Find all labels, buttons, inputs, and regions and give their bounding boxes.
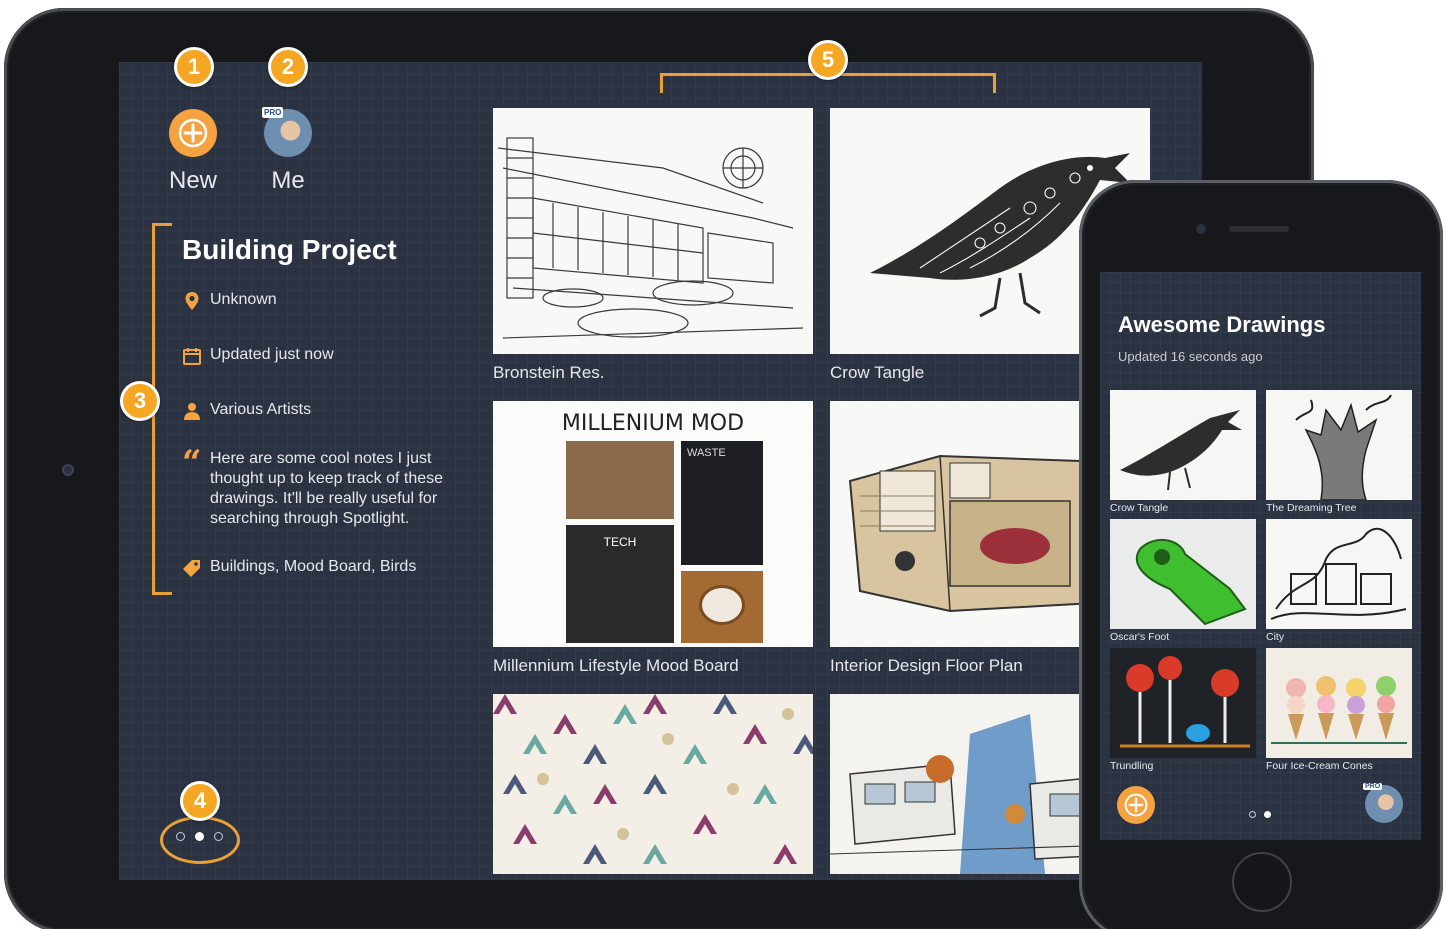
page-indicator[interactable]	[176, 832, 223, 841]
thumb-heading: MILLENIUM MOD	[561, 411, 745, 436]
drawing-title: Four Ice-Cream Cones	[1266, 760, 1373, 772]
location-text: Unknown	[210, 291, 277, 308]
drawing-card-pattern[interactable]	[493, 694, 813, 883]
drawing-thumbnail	[493, 694, 813, 874]
page-indicator[interactable]	[1249, 811, 1271, 818]
food-photo	[566, 441, 674, 519]
notes-row: “ Here are some cool notes I just though…	[182, 443, 482, 529]
drawing-title: Millennium Lifestyle Mood Board	[493, 656, 739, 675]
me-profile-action[interactable]: PRO Me	[262, 107, 312, 195]
collection-title: Awesome Drawings	[1118, 312, 1326, 337]
drawing-card-ice-cream[interactable]: Four Ice-Cream Cones	[1266, 648, 1412, 772]
pro-badge: PRO	[262, 107, 284, 118]
drawing-title: Trundling	[1110, 760, 1154, 772]
drawing-card-mood-board[interactable]: MILLENIUM MOD WASTE TECH Millennium Life…	[493, 401, 813, 676]
location-pin-icon	[182, 290, 210, 311]
person-icon	[182, 400, 210, 421]
new-label: New	[169, 167, 218, 194]
coffee-photo	[681, 571, 763, 643]
new-drawing-button[interactable]	[1117, 786, 1155, 824]
avatar[interactable]: PRO	[1363, 783, 1403, 823]
drawing-card-city[interactable]: City	[1266, 519, 1412, 643]
page-dot[interactable]	[1249, 811, 1256, 818]
iphone-device: Awesome Drawings Updated 16 seconds ago …	[1079, 180, 1443, 929]
drawing-title: Oscar's Foot	[1110, 631, 1170, 643]
me-label: Me	[271, 167, 305, 194]
plus-icon	[178, 118, 208, 148]
tech-photo: TECH	[566, 525, 674, 643]
new-drawing-action[interactable]: New	[169, 109, 217, 195]
drawing-title: City	[1266, 631, 1285, 643]
callout-5: 5	[808, 40, 848, 80]
new-drawing-button[interactable]	[169, 109, 217, 157]
iphone-screen: Awesome Drawings Updated 16 seconds ago …	[1100, 272, 1421, 840]
collection-updated: Updated 16 seconds ago	[1118, 349, 1263, 364]
home-button[interactable]	[1232, 852, 1292, 912]
page-dot[interactable]	[214, 832, 223, 841]
tag-icon	[182, 557, 210, 578]
pro-badge: PRO	[1363, 783, 1383, 790]
drawing-title: Crow Tangle	[1110, 502, 1169, 514]
drawing-card-crow[interactable]: Crow Tangle	[1110, 390, 1256, 514]
calendar-icon	[182, 345, 210, 366]
drawing-title: The Dreaming Tree	[1266, 502, 1357, 514]
drawing-card-trundling[interactable]: Trundling	[1110, 648, 1256, 772]
plus-icon	[1124, 793, 1148, 817]
page-dot[interactable]	[176, 832, 185, 841]
project-details-panel: Building Project Unknown Updated just no…	[182, 234, 482, 578]
updated-row: Updated just now	[182, 345, 482, 366]
author-text: Various Artists	[210, 401, 312, 418]
drawing-thumbnail	[1266, 648, 1412, 758]
drawing-card-dreaming-tree[interactable]: The Dreaming Tree	[1266, 390, 1412, 514]
drawing-thumbnail	[1266, 519, 1412, 629]
author-row: Various Artists	[182, 400, 482, 421]
thumb-tag: WASTE	[687, 447, 726, 459]
drawing-thumbnail: MILLENIUM MOD WASTE TECH	[493, 401, 813, 647]
drawing-thumbnail	[1110, 519, 1256, 629]
quote-icon: “	[182, 443, 202, 483]
drawing-card-bronstein[interactable]: Bronstein Res.	[493, 108, 813, 383]
callout-2: 2	[268, 47, 308, 87]
page-dot-active[interactable]	[1264, 811, 1271, 818]
avatar[interactable]: PRO	[262, 107, 312, 157]
callout-1: 1	[174, 47, 214, 87]
ipad-camera	[62, 464, 74, 476]
page-dot-active[interactable]	[195, 832, 204, 841]
tags-row: Buildings, Mood Board, Birds	[182, 557, 482, 578]
iphone-speaker	[1229, 226, 1289, 232]
drawing-title: Bronstein Res.	[493, 363, 605, 382]
drawing-thumbnail	[493, 108, 813, 354]
notes-text: Here are some cool notes I just thought …	[210, 450, 444, 527]
location-row: Unknown	[182, 290, 482, 311]
texture-photo: WASTE	[681, 441, 763, 565]
callout-3: 3	[120, 381, 160, 421]
drawing-card-oscars-foot[interactable]: Oscar's Foot	[1110, 519, 1256, 643]
tags-text: Buildings, Mood Board, Birds	[210, 558, 417, 575]
thumb-tag: TECH	[603, 535, 637, 549]
project-title: Building Project	[182, 234, 397, 265]
updated-text: Updated just now	[210, 346, 334, 363]
drawing-thumbnail	[1266, 390, 1412, 500]
iphone-camera	[1196, 224, 1206, 234]
drawing-thumbnail	[1110, 648, 1256, 758]
callout-4: 4	[180, 781, 220, 821]
drawing-thumbnail	[1110, 390, 1256, 500]
